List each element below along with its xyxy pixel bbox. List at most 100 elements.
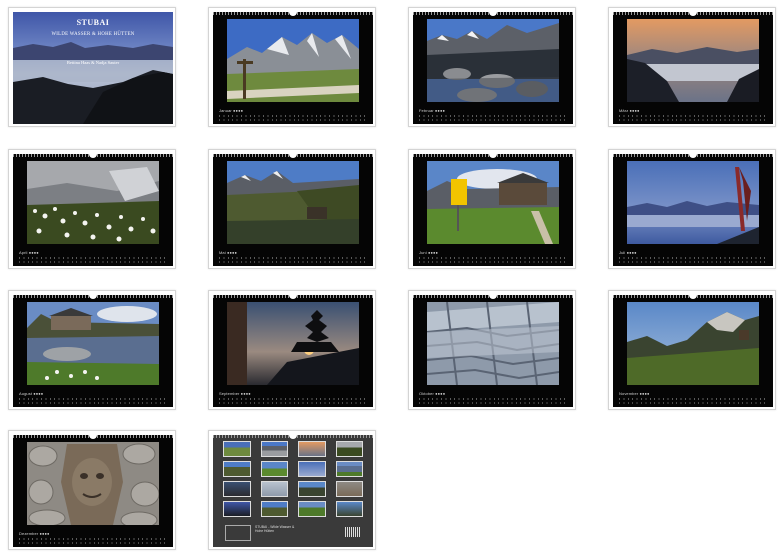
calendar-back-card[interactable]: STUBAI - Wilde Wasser & Hohe Hütten [208,430,376,550]
month-photo [27,442,159,525]
month-card-september[interactable]: September ●●●● [208,290,376,410]
cover-page: STUBAI WILDE WASSER & HOHE HÜTTEN Bettin… [13,12,173,124]
month-photo [227,19,359,102]
thumbnail [260,501,288,517]
day-grid [619,115,767,122]
barcode-icon [345,527,361,537]
day-grid [219,257,367,264]
month-card-oktober[interactable]: Oktober ●●●● [408,290,576,410]
month-photo [627,302,759,385]
cover-title: STUBAI [76,18,110,27]
month-page: Juli ●●●● [613,154,773,266]
month-card-mai[interactable]: Mai ●●●● [208,149,376,269]
month-card-juli[interactable]: Juli ●●●● [608,149,776,269]
day-grid [19,398,167,405]
month-page: März ●●●● [613,12,773,124]
month-page: November ●●●● [613,295,773,407]
month-card-januar[interactable]: Januar ●●●● [208,7,376,127]
month-card-dezember[interactable]: Dezember ●●●● [8,430,176,550]
month-page: Juni ●●●● [413,154,573,266]
month-label: Februar ●●●● [419,108,445,113]
day-grid [419,115,567,122]
thumbnail [260,461,288,477]
month-page: Oktober ●●●● [413,295,573,407]
month-page: April ●●●● [13,154,173,266]
hanger-hook [489,12,497,16]
month-label: März ●●●● [619,108,640,113]
month-photo [627,161,759,244]
month-thumbnail-grid [223,441,363,517]
hanger-hook [689,154,697,158]
month-page: Dezember ●●●● [13,435,173,547]
day-grid [619,398,767,405]
hanger-hook [489,295,497,299]
hanger-hook [89,295,97,299]
month-label: Juni ●●●● [419,250,439,255]
month-photo [27,302,159,385]
month-photo [227,302,359,385]
month-label: Dezember ●●●● [19,531,50,536]
month-label: Juli ●●●● [619,250,637,255]
month-photo [427,302,559,385]
hanger-hook [489,154,497,158]
cover-authors: Bettina Haas & Nadja Sauter [66,60,120,65]
hanger-hook [289,435,297,439]
day-grid [19,257,167,264]
thumbnail [298,461,326,477]
thumbnail [298,481,326,497]
cover-subtitle: WILDE WASSER & HOHE HÜTTEN [51,32,135,37]
day-grid [219,398,367,405]
month-label: August ●●●● [19,391,44,396]
thumbnail [335,461,363,477]
thumbnail [223,501,251,517]
thumbnail [298,441,326,457]
thumbnail [335,501,363,517]
cover-photo [13,12,173,124]
month-page: Februar ●●●● [413,12,573,124]
day-grid [419,398,567,405]
hanger-hook [89,154,97,158]
hanger-hook [289,295,297,299]
thumbnail [223,481,251,497]
month-card-april[interactable]: April ●●●● [8,149,176,269]
month-page: Mai ●●●● [213,154,373,266]
month-photo [427,161,559,244]
thumbnail [298,501,326,517]
month-label: Januar ●●●● [219,108,244,113]
month-page: August ●●●● [13,295,173,407]
thumbnail [260,481,288,497]
month-photo [427,19,559,102]
day-grid [419,257,567,264]
back-info-block: STUBAI - Wilde Wasser & Hohe Hütten [223,523,363,541]
month-label: Mai ●●●● [219,250,238,255]
month-card-november[interactable]: November ●●●● [608,290,776,410]
month-photo [627,19,759,102]
thumbnail [223,441,251,457]
month-photo [227,161,359,244]
day-grid [619,257,767,264]
month-label: Oktober ●●●● [419,391,446,396]
month-card-august[interactable]: August ●●●● [8,290,176,410]
month-card-juni[interactable]: Juni ●●●● [408,149,576,269]
publisher-logo [225,525,251,541]
month-card-februar[interactable]: Februar ●●●● [408,7,576,127]
calendar-cover-card[interactable]: STUBAI WILDE WASSER & HOHE HÜTTEN Bettin… [8,7,176,127]
hanger-hook [289,154,297,158]
thumbnail [260,441,288,457]
day-grid [219,115,367,122]
back-title: STUBAI - Wilde Wasser & Hohe Hütten [255,525,295,533]
day-grid [19,538,167,545]
hanger-hook [689,12,697,16]
month-page: Januar ●●●● [213,12,373,124]
hanger-hook [289,12,297,16]
hanger-hook [689,295,697,299]
thumbnail [335,441,363,457]
month-label: September ●●●● [219,391,251,396]
month-label: November ●●●● [619,391,650,396]
hanger-hook [89,435,97,439]
month-label: April ●●●● [19,250,39,255]
thumbnail [335,481,363,497]
month-card-maerz[interactable]: März ●●●● [608,7,776,127]
thumbnail [223,461,251,477]
month-page: September ●●●● [213,295,373,407]
